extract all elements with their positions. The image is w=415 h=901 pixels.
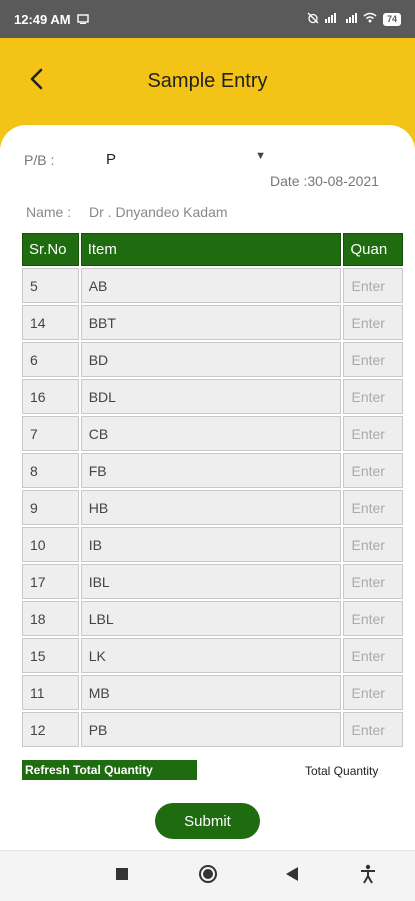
table-header-row: Sr.No Item Quan <box>22 233 403 266</box>
quantity-input[interactable]: Enter <box>343 305 403 340</box>
cell-item: IBL <box>80 564 342 599</box>
home-circle-icon <box>198 864 218 889</box>
home-button[interactable] <box>196 864 220 889</box>
name-label: Name : <box>26 204 72 220</box>
quantity-input[interactable]: Enter <box>343 453 403 488</box>
cell-item: BBT <box>80 305 342 340</box>
stop-square-icon <box>115 867 129 886</box>
quantity-input[interactable]: Enter <box>343 416 403 451</box>
cell-sr-no: 11 <box>22 675 79 710</box>
header-item: Item <box>80 233 342 266</box>
name-row: Name : Dr . Dnyandeo Kadam <box>26 204 228 220</box>
volte-signal-icon <box>343 12 357 26</box>
submit-button[interactable]: Submit <box>155 803 260 839</box>
table-row: 12 PB Enter <box>22 712 403 747</box>
back-triangle-icon <box>285 866 299 887</box>
quantity-input[interactable]: Enter <box>343 268 403 303</box>
quantity-input[interactable]: Enter <box>343 601 403 636</box>
quantity-input[interactable]: Enter <box>343 675 403 710</box>
quantity-input[interactable]: Enter <box>343 490 403 525</box>
table-row: 6 BD Enter <box>22 342 403 377</box>
cell-sr-no: 6 <box>22 342 79 377</box>
header-quantity: Quan <box>343 233 403 266</box>
cell-sr-no: 8 <box>22 453 79 488</box>
recents-button[interactable] <box>110 865 134 887</box>
pb-label: P/B : <box>24 152 55 168</box>
battery-indicator: 74 <box>382 12 401 26</box>
cell-item: LK <box>80 638 342 673</box>
cell-sr-no: 5 <box>22 268 79 303</box>
pb-selected-value: P <box>106 151 117 168</box>
table-row: 14 BBT Enter <box>22 305 403 340</box>
signal-icon <box>324 12 337 26</box>
table-row: 11 MB Enter <box>22 675 403 710</box>
cell-sr-no: 10 <box>22 527 79 562</box>
cell-sr-no: 12 <box>22 712 79 747</box>
cell-sr-no: 15 <box>22 638 79 673</box>
quantity-input[interactable]: Enter <box>343 564 403 599</box>
page-title: Sample Entry <box>147 70 268 92</box>
table-row: 9 HB Enter <box>22 490 403 525</box>
cell-sr-no: 16 <box>22 379 79 414</box>
table-row: 5 AB Enter <box>22 268 403 303</box>
cell-item: MB <box>80 675 342 710</box>
cell-sr-no: 7 <box>22 416 79 451</box>
cell-item: PB <box>80 712 342 747</box>
status-time: 12:49 AM <box>14 11 71 27</box>
quantity-input[interactable]: Enter <box>343 638 403 673</box>
system-nav-bar <box>0 850 415 901</box>
quantity-input[interactable]: Enter <box>343 527 403 562</box>
table-row: 10 IB Enter <box>22 527 403 562</box>
table-row: 15 LK Enter <box>22 638 403 673</box>
table-body: 5 AB Enter 14 BBT Enter 6 BD Enter 16 BDL Enter 7 CB E… <box>22 268 403 747</box>
screen-cast-icon <box>76 12 89 27</box>
cell-sr-no: 9 <box>22 490 79 525</box>
items-table-container[interactable]: Sr.No Item Quan 5 AB Enter 14 BBT Enter 6 BD Ent… <box>22 233 405 750</box>
pb-dropdown[interactable]: P ▼ <box>106 148 266 172</box>
refresh-total-quantity-button[interactable]: Refresh Total Quantity <box>22 760 197 780</box>
quantity-input[interactable]: Enter <box>343 379 403 414</box>
cell-sr-no: 14 <box>22 305 79 340</box>
alarm-off-icon <box>307 12 319 27</box>
accessibility-button[interactable] <box>356 864 380 889</box>
quantity-input[interactable]: Enter <box>343 712 403 747</box>
system-back-button[interactable] <box>280 865 304 887</box>
cell-item: BD <box>80 342 342 377</box>
total-quantity-label: Total Quantity <box>305 764 379 778</box>
cell-item: IB <box>80 527 342 562</box>
table-row: 17 IBL Enter <box>22 564 403 599</box>
quantity-input[interactable]: Enter <box>343 342 403 377</box>
cell-item: FB <box>80 453 342 488</box>
caret-down-icon: ▼ <box>255 150 266 162</box>
table-row: 16 BDL Enter <box>22 379 403 414</box>
cell-item: HB <box>80 490 342 525</box>
cell-sr-no: 17 <box>22 564 79 599</box>
table-row: 7 CB Enter <box>22 416 403 451</box>
cell-item: BDL <box>80 379 342 414</box>
status-bar: 12:49 AM 74 <box>0 0 415 38</box>
name-value: Dr . Dnyandeo Kadam <box>89 204 228 220</box>
cell-item: LBL <box>80 601 342 636</box>
cell-item: CB <box>80 416 342 451</box>
cell-sr-no: 18 <box>22 601 79 636</box>
items-table: Sr.No Item Quan 5 AB Enter 14 BBT Enter 6 BD Ent… <box>22 233 405 749</box>
date-label: Date :30-08-2021 <box>270 173 379 189</box>
accessibility-icon <box>359 864 377 889</box>
header-sr-no: Sr.No <box>22 233 79 266</box>
wifi-icon <box>363 12 377 26</box>
table-row: 8 FB Enter <box>22 453 403 488</box>
cell-item: AB <box>80 268 342 303</box>
table-row: 18 LBL Enter <box>22 601 403 636</box>
